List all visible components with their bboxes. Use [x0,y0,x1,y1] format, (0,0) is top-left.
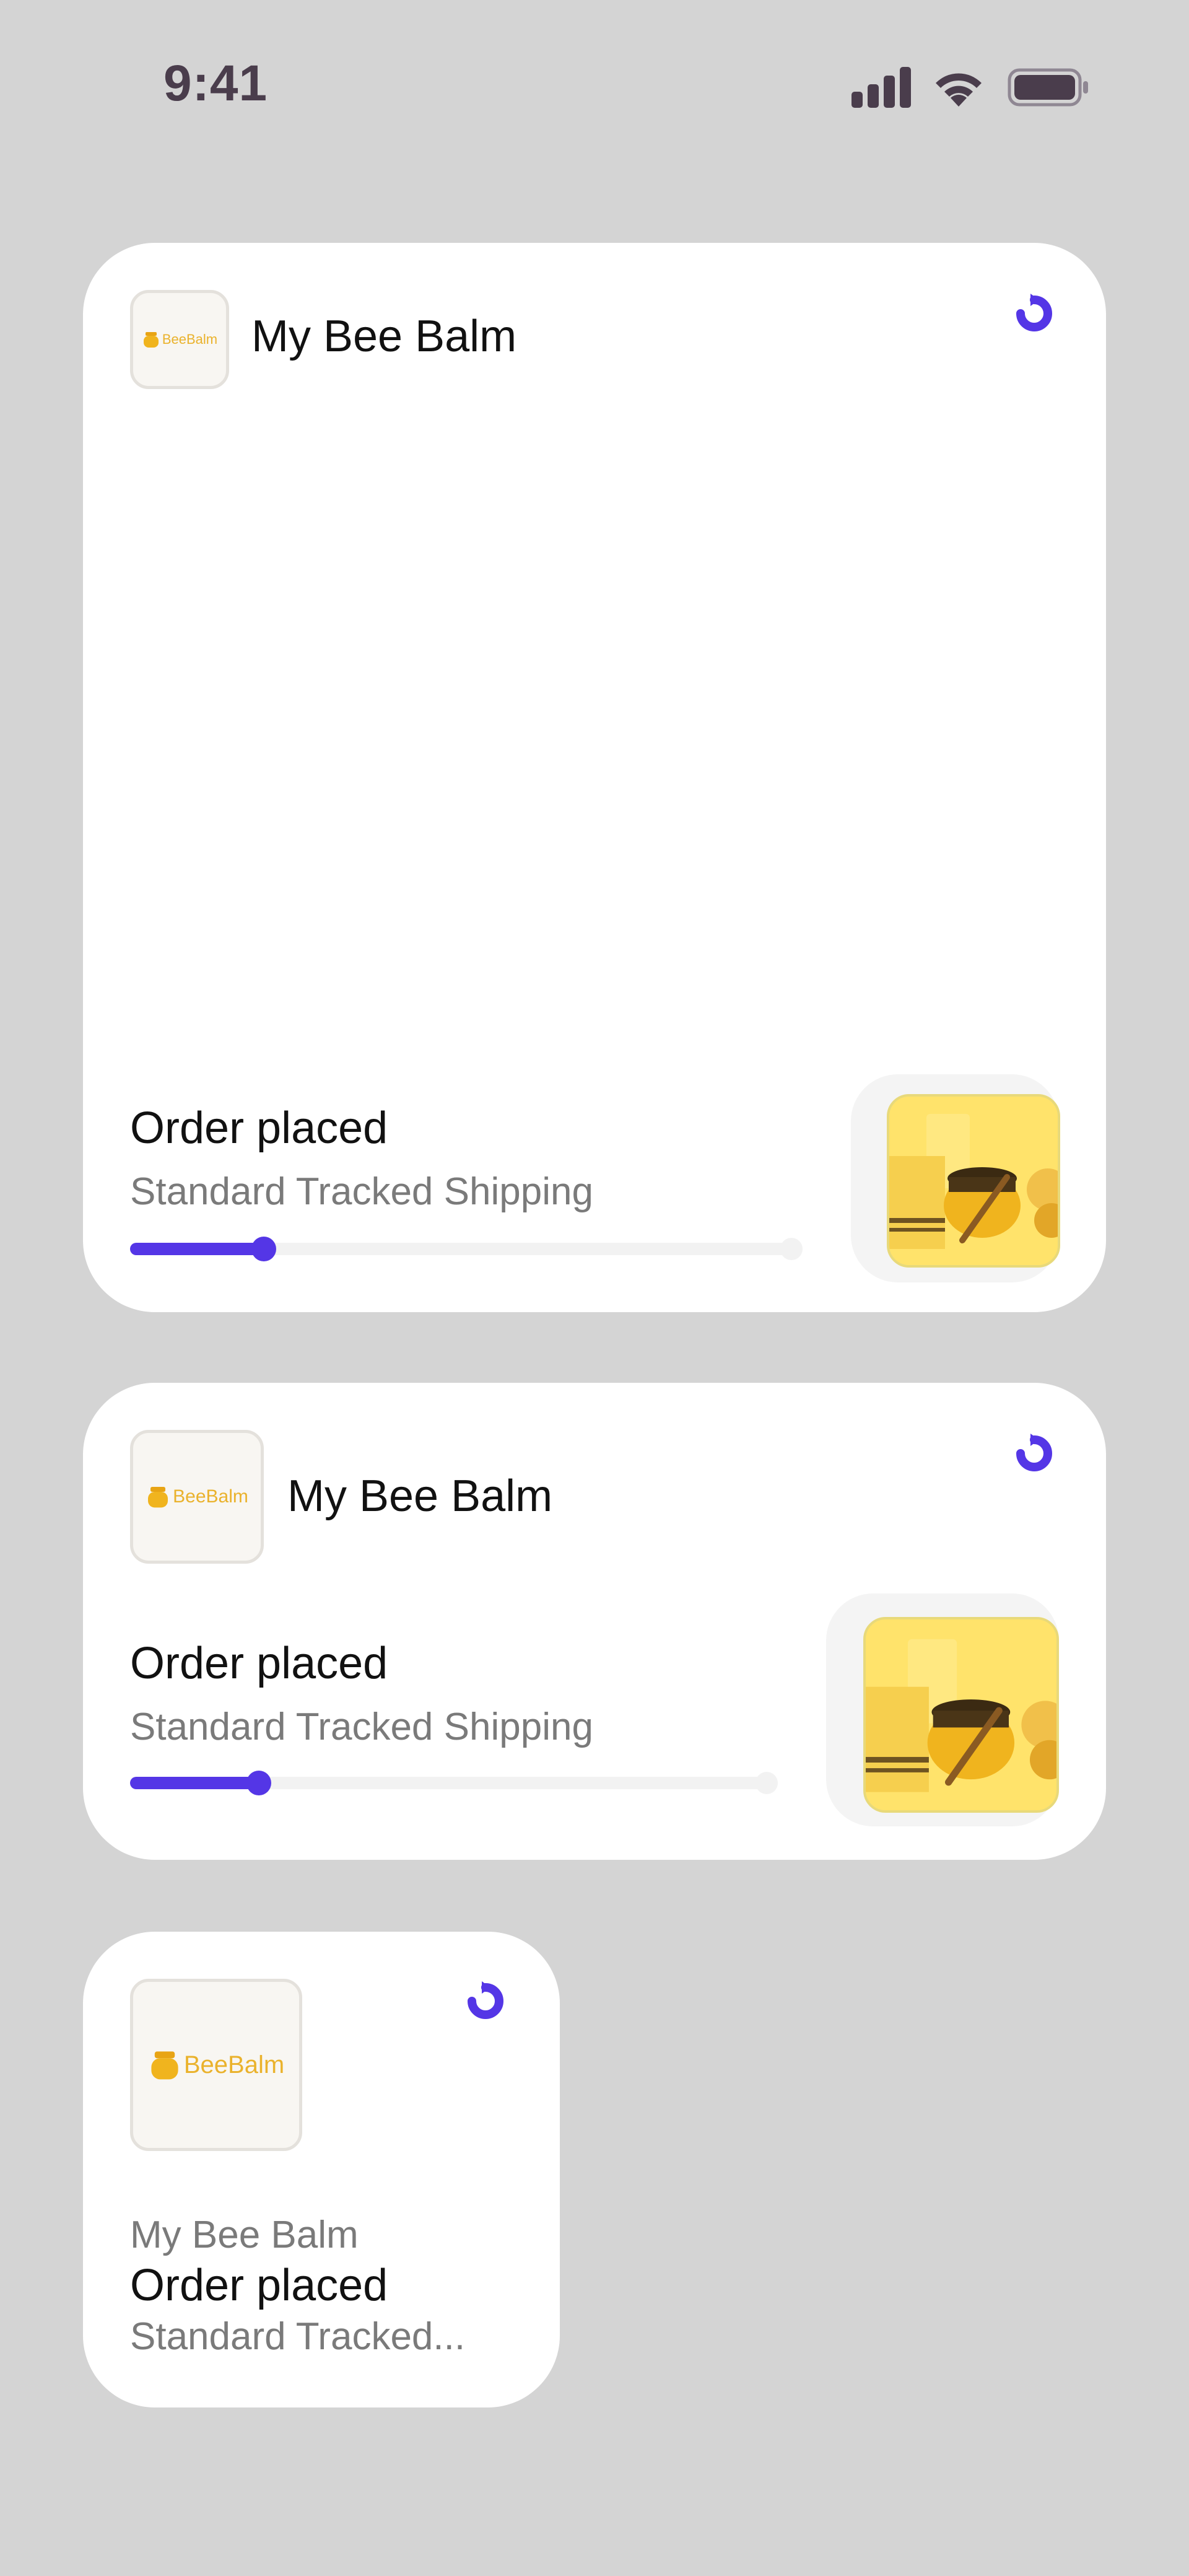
honey-jar-icon [151,2051,178,2080]
product-image [866,1619,1056,1810]
order-status: Order placed [130,2261,388,2310]
shipping-method: Standard Tracked Shipping [130,1706,593,1748]
progress-knob [251,1237,276,1261]
logo-text: BeeBalm [162,331,218,347]
wifi-icon [936,73,982,107]
status-time: 9:41 [163,55,268,112]
refresh-icon[interactable] [1012,1431,1056,1476]
progress-track [130,1771,778,1795]
order-status: Order placed [130,1639,388,1688]
refresh-icon[interactable] [463,1979,508,2023]
signal-icon [851,67,911,108]
product-image [889,1097,1058,1265]
order-status: Order placed [130,1103,388,1153]
widget-medium[interactable]: BeeBalm My Bee Balm Order placed Standar… [83,1383,1106,1860]
progress-end-dot [756,1772,778,1794]
brand-name: My Bee Balm [251,312,517,361]
honey-jar-icon [148,1487,168,1508]
brand-name: My Bee Balm [287,1471,553,1521]
honey-jar-icon [143,332,159,348]
shipping-method: Standard Tracked Shipping [130,1170,593,1213]
logo-text: BeeBalm [173,1486,248,1507]
product-thumbnail [863,1617,1059,1813]
brand-name: My Bee Balm [130,2214,359,2256]
brand-logo: BeeBalm [130,1430,264,1564]
widget-large[interactable]: BeeBalm My Bee Balm Order placed Standar… [83,243,1106,1312]
battery-icon [1008,68,1088,107]
brand-logo: BeeBalm [130,290,229,389]
progress-end-dot [780,1238,803,1260]
product-thumbnail [887,1094,1060,1268]
progress-fill [130,1777,259,1789]
brand-logo: BeeBalm [130,1979,302,2151]
logo-text: BeeBalm [183,2051,285,2079]
progress-fill [130,1243,264,1255]
shipping-method: Standard Tracked... [130,2315,466,2358]
widget-small[interactable]: BeeBalm My Bee Balm Order placed Standar… [83,1932,560,2407]
progress-track [130,1237,803,1261]
refresh-icon[interactable] [1012,291,1056,336]
progress-knob [246,1771,271,1795]
